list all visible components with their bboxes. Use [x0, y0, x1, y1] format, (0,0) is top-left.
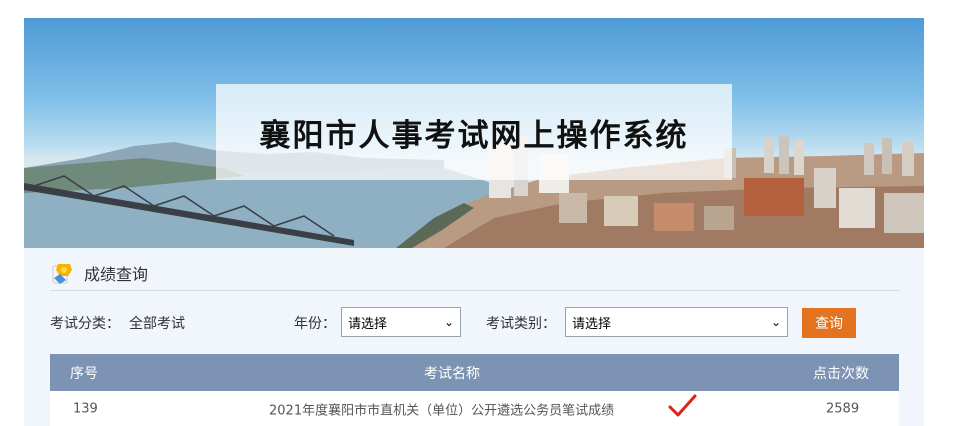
- year-select-value: 请选择: [348, 316, 388, 332]
- exam-type-label: 考试类别：: [486, 316, 556, 332]
- query-button[interactable]: 查询: [802, 308, 856, 338]
- exam-type-select-value: 请选择: [572, 316, 612, 332]
- table-header: 序号 考试名称 点击次数: [50, 354, 899, 391]
- chevron-down-icon: ⌄: [443, 315, 454, 329]
- category-value: 全部考试: [129, 316, 185, 332]
- banner: 襄阳市人事考试网上操作系统: [24, 18, 924, 248]
- col-exam-name: 考试名称: [424, 365, 480, 382]
- table-row[interactable]: 139 2021年度襄阳市市直机关（单位）公开遴选公务员笔试成绩 2589: [50, 391, 899, 426]
- banner-title-box: 襄阳市人事考试网上操作系统: [216, 84, 732, 180]
- col-clicks: 点击次数: [813, 365, 869, 382]
- row-exam-name[interactable]: 2021年度襄阳市市直机关（单位）公开遴选公务员笔试成绩: [269, 400, 614, 419]
- section-title: 成绩查询: [84, 265, 149, 284]
- year-label: 年份：: [294, 316, 336, 332]
- row-index: 139: [73, 401, 98, 417]
- category-label: 考试分类：: [50, 316, 120, 332]
- system-title: 襄阳市人事考试网上操作系统: [259, 117, 689, 154]
- section-header: 成绩查询: [50, 256, 900, 291]
- row-clicks: 2589: [826, 401, 860, 417]
- results-table: 序号 考试名称 点击次数 139 2021年度襄阳市市直机关（单位）公开遴选公务…: [50, 354, 899, 426]
- page-container: 襄阳市人事考试网上操作系统 成绩查询 考试分类： 全部考试 年份： 请选择 ⌄ …: [24, 18, 924, 426]
- trophy-doc-icon: [52, 264, 72, 284]
- chevron-down-icon: ⌄: [770, 315, 781, 329]
- filter-bar: 考试分类： 全部考试 年份： 请选择 ⌄ 考试类别： 请选择 ⌄ 查询: [50, 306, 900, 338]
- check-icon: [668, 394, 697, 417]
- exam-type-select[interactable]: 请选择 ⌄: [565, 307, 788, 337]
- year-select[interactable]: 请选择 ⌄: [341, 307, 461, 337]
- col-index: 序号: [70, 365, 98, 382]
